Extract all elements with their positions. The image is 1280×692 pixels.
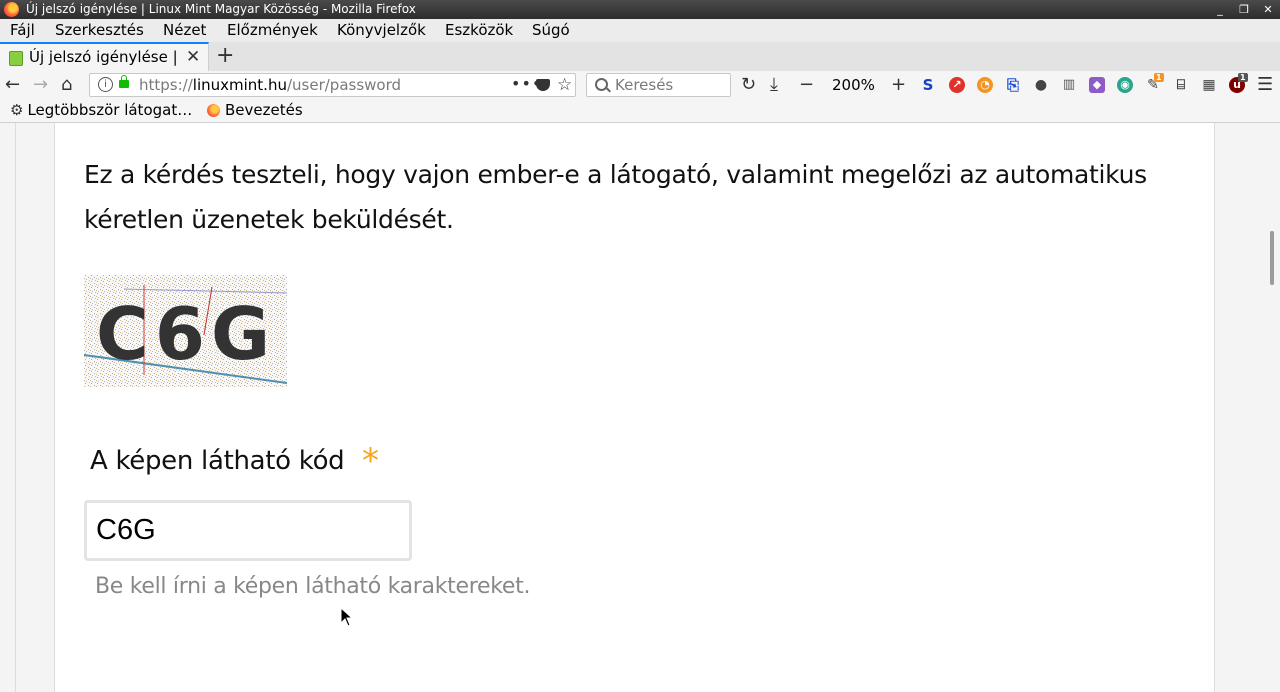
zoom-level[interactable]: 200%	[832, 76, 875, 94]
pocket-icon[interactable]	[536, 79, 550, 91]
page-left-border	[15, 123, 16, 692]
captcha-description: Ez a kérdés teszteli, hogy vajon ember-e…	[84, 160, 1147, 234]
zoom-out-button[interactable]: −	[799, 74, 814, 95]
url-bar[interactable]: i https://linuxmint.hu/user/password •••…	[89, 73, 576, 97]
menu-bar: Fájl Szerkesztés Nézet Előzmények Könyvj…	[0, 19, 1280, 42]
site-favicon-icon	[9, 51, 23, 66]
ublock-icon[interactable]: u1	[1229, 73, 1248, 93]
tab-close-icon[interactable]: ✕	[186, 47, 200, 67]
site-info-icon[interactable]: i	[98, 77, 113, 92]
lock-icon[interactable]	[119, 75, 129, 88]
bookmark-most-visited[interactable]: ⚙ Legtöbbször látogat…	[10, 101, 192, 119]
mouse-cursor-icon	[340, 607, 353, 627]
extension-s-icon[interactable]: S	[920, 77, 936, 93]
menu-tools[interactable]: Eszközök	[445, 19, 513, 42]
zoom-in-button[interactable]: +	[891, 74, 906, 95]
forward-arrow-icon[interactable]: →	[33, 74, 48, 95]
firefox-logo-icon	[4, 2, 19, 17]
extension-cube-icon[interactable]: ◆	[1089, 77, 1105, 93]
extension-red-icon[interactable]: ↗	[949, 77, 965, 93]
extension-tiles-icon[interactable]: ▦	[1201, 77, 1217, 93]
search-input[interactable]	[615, 75, 725, 95]
bookmarks-toolbar: ⚙ Legtöbbször látogat… Bevezetés	[0, 100, 1280, 123]
captcha-code-input[interactable]	[84, 500, 412, 561]
menu-file[interactable]: Fájl	[10, 19, 35, 42]
search-icon	[595, 78, 608, 91]
gear-icon: ⚙	[10, 101, 24, 119]
captcha-field-label: A képen látható kód	[90, 446, 345, 476]
tab-title: Új jelszó igénylése | Linux	[29, 48, 179, 66]
download-icon[interactable]: ⤓	[770, 74, 778, 95]
tab-bar: Új jelszó igénylése | Linux ✕ +	[0, 42, 1280, 72]
library-icon[interactable]: ⌸	[1173, 77, 1189, 93]
captcha-text: C6G	[96, 292, 276, 376]
bookmark-getting-started[interactable]: Bevezetés	[207, 101, 303, 119]
new-tab-button[interactable]: +	[216, 43, 234, 68]
captcha-image: C6G	[84, 275, 287, 387]
extension-globe-icon[interactable]: ◉	[1117, 77, 1133, 93]
maximize-button[interactable]: ❐	[1238, 0, 1250, 19]
tab-active[interactable]: Új jelszó igénylése | Linux ✕	[0, 42, 209, 72]
extension-doc-icon[interactable]: ⎘	[1005, 77, 1021, 93]
page-viewport: Ez a kérdés teszteli, hogy vajon ember-e…	[0, 123, 1280, 692]
vertical-scrollbar[interactable]	[1253, 123, 1280, 692]
bookmark-star-icon[interactable]: ☆	[557, 75, 572, 95]
menu-view[interactable]: Nézet	[163, 19, 206, 42]
back-arrow-icon[interactable]: ←	[5, 74, 20, 95]
extension-balls-icon[interactable]: ●	[1033, 77, 1049, 93]
minimize-button[interactable]: _	[1214, 0, 1226, 19]
hamburger-menu-icon[interactable]: ☰	[1257, 74, 1273, 95]
close-window-button[interactable]: ✕	[1262, 0, 1274, 19]
menu-help[interactable]: Súgó	[532, 19, 570, 42]
extension-pen-icon[interactable]: ✎ 1	[1145, 73, 1164, 93]
menu-bookmarks[interactable]: Könyvjelzők	[337, 19, 426, 42]
search-bar[interactable]	[586, 73, 731, 97]
window-title: Új jelszó igénylése | Linux Mint Magyar …	[26, 2, 416, 16]
captcha-help-text: Be kell írni a képen látható karaktereke…	[95, 574, 531, 599]
required-marker: *	[362, 441, 379, 481]
navigation-toolbar: ← → ⌂ i https://linuxmint.hu/user/passwo…	[0, 71, 1280, 100]
home-icon[interactable]: ⌂	[61, 74, 72, 95]
menu-edit[interactable]: Szerkesztés	[55, 19, 144, 42]
scrollbar-thumb[interactable]	[1270, 231, 1274, 285]
firefox-icon	[207, 104, 220, 117]
extension-orange-icon[interactable]: ◔	[977, 77, 993, 93]
extension-grid-icon[interactable]: ▥	[1061, 77, 1077, 93]
menu-history[interactable]: Előzmények	[227, 19, 318, 42]
window-titlebar: Új jelszó igénylése | Linux Mint Magyar …	[0, 0, 1280, 19]
url-text[interactable]: https://linuxmint.hu/user/password	[139, 76, 401, 94]
reload-icon[interactable]: ↻	[741, 74, 756, 95]
